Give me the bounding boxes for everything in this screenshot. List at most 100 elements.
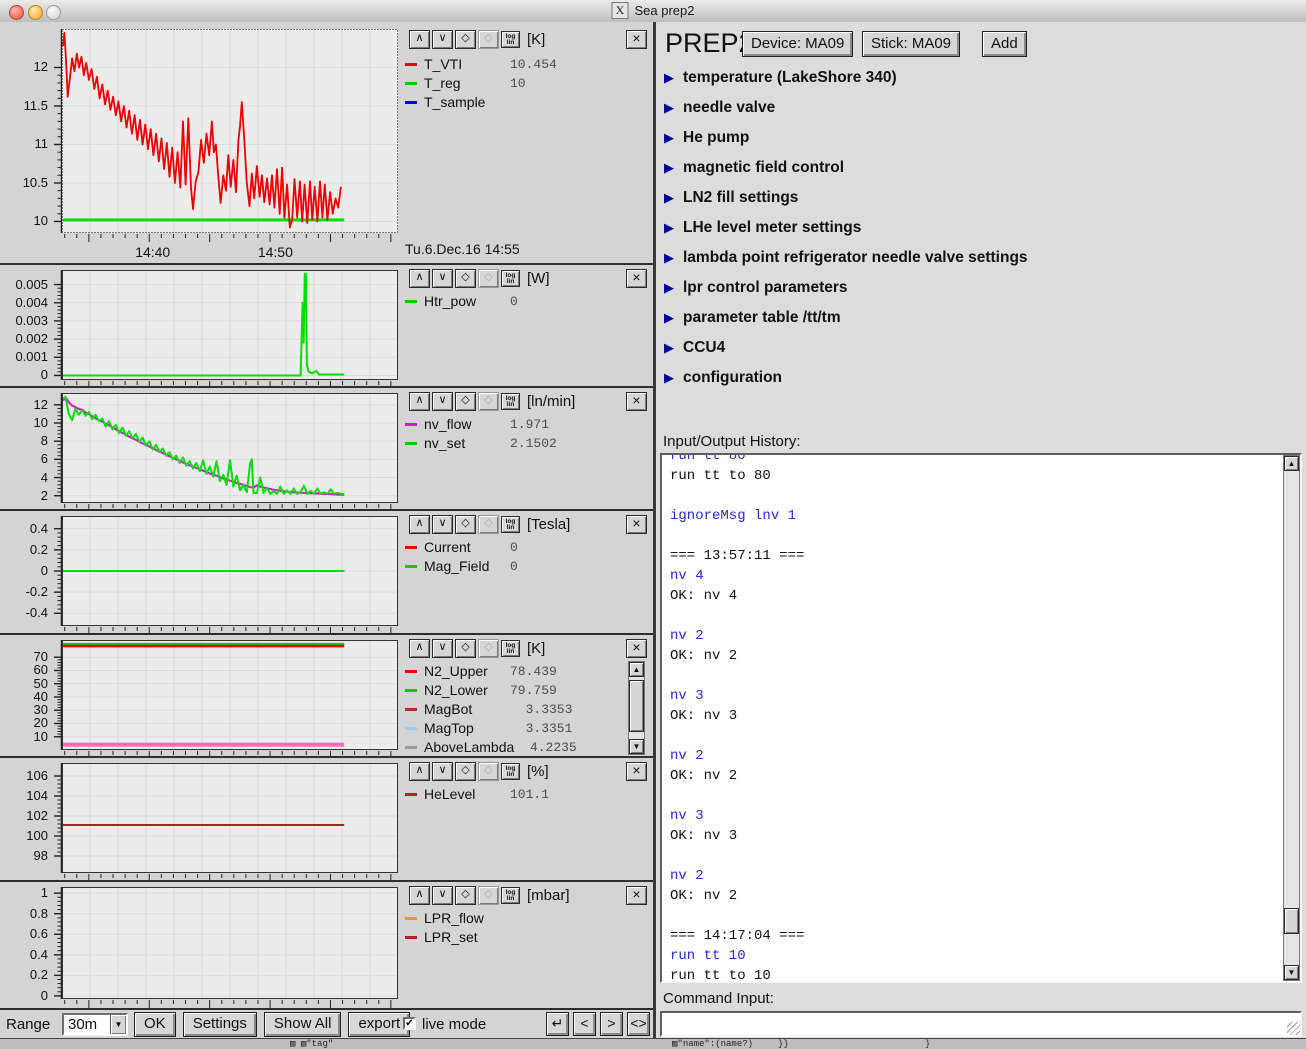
plot-area[interactable] <box>62 29 398 233</box>
expand-scale-button[interactable]: ◇ <box>455 515 476 534</box>
chart-close-button[interactable]: × <box>626 639 647 658</box>
plot-area[interactable] <box>62 887 398 999</box>
shift-down-button[interactable]: ∨ <box>432 269 453 288</box>
tree-item-temperature[interactable]: ▶temperature (LakeShore 340) <box>664 66 897 90</box>
shift-up-button[interactable]: ∧ <box>409 762 430 781</box>
legend-entry-lpr_set[interactable]: LPR_set <box>405 928 510 946</box>
plot-area[interactable] <box>62 516 398 626</box>
add-button[interactable]: Add <box>982 31 1027 57</box>
toolbar-button-export[interactable]: export <box>348 1012 410 1037</box>
scroll-right-button[interactable]: > <box>600 1012 623 1036</box>
toolbar-button-show-all[interactable]: Show All <box>264 1012 342 1037</box>
legend-entry-nv_flow[interactable]: nv_flow1.971 <box>405 415 549 433</box>
shift-up-button[interactable]: ∧ <box>409 639 430 658</box>
legend-entry-mag_field[interactable]: Mag_Field0 <box>405 557 518 575</box>
shift-up-button[interactable]: ∧ <box>409 392 430 411</box>
chart-close-button[interactable]: × <box>626 30 647 49</box>
plot-area[interactable] <box>62 270 398 380</box>
io-history-scrollbar-up-arrow[interactable]: ▲ <box>1284 456 1299 471</box>
tree-item-needle[interactable]: ▶needle valve <box>664 96 775 120</box>
shift-down-button[interactable]: ∨ <box>432 515 453 534</box>
legend-entry-magtop[interactable]: MagTop 3.3351 <box>405 719 572 737</box>
plot-area[interactable] <box>62 640 398 750</box>
log-lin-toggle-button[interactable]: loglin <box>501 887 520 904</box>
legend-entry-nv_set[interactable]: nv_set2.1502 <box>405 434 557 452</box>
expand-scale-button[interactable]: ◇ <box>455 639 476 658</box>
shift-down-button[interactable]: ∨ <box>432 392 453 411</box>
legend-entry-current[interactable]: Current0 <box>405 538 518 556</box>
tree-item-ln2[interactable]: ▶LN2 fill settings <box>664 186 798 210</box>
device-button[interactable]: Device: MA09 <box>742 31 853 57</box>
plot-area[interactable] <box>62 763 398 873</box>
resize-grip-icon[interactable] <box>1287 1022 1300 1035</box>
chart-close-button[interactable]: × <box>626 392 647 411</box>
tree-expand-arrow-icon[interactable]: ▶ <box>664 130 674 146</box>
range-dropdown-arrow-icon[interactable]: ▼ <box>110 1015 126 1034</box>
legend-entry-t_sample[interactable]: T_sample <box>405 93 510 111</box>
log-lin-toggle-button[interactable]: loglin <box>501 516 520 533</box>
range-select[interactable]: 30m ▼ <box>62 1013 128 1036</box>
legend-entry-t_vti[interactable]: T_VTI10.454 <box>405 55 557 73</box>
toolbar-button-settings[interactable]: Settings <box>183 1012 257 1037</box>
log-lin-toggle-button[interactable]: loglin <box>501 393 520 410</box>
log-lin-toggle-button[interactable]: loglin <box>501 270 520 287</box>
chart-close-button[interactable]: × <box>626 269 647 288</box>
legend-scrollbar-down-arrow[interactable]: ▼ <box>629 739 644 754</box>
live-mode-checkbox[interactable]: ✔ <box>403 1017 416 1030</box>
legend-scrollbar[interactable]: ▲▼ <box>628 661 645 755</box>
tree-item-lpr[interactable]: ▶lpr control parameters <box>664 276 848 300</box>
tree-expand-arrow-icon[interactable]: ▶ <box>664 160 674 176</box>
scroll-left-button[interactable]: < <box>573 1012 596 1036</box>
legend-scrollbar-thumb[interactable] <box>629 680 644 732</box>
legend-entry-t_reg[interactable]: T_reg10 <box>405 74 526 92</box>
log-lin-toggle-button[interactable]: loglin <box>501 31 520 48</box>
shift-up-button[interactable]: ∧ <box>409 30 430 49</box>
tree-item-he[interactable]: ▶He pump <box>664 126 749 150</box>
expand-scale-button[interactable]: ◇ <box>455 30 476 49</box>
tree-expand-arrow-icon[interactable]: ▶ <box>664 220 674 236</box>
command-input[interactable] <box>662 1013 1300 1035</box>
expand-scale-button[interactable]: ◇ <box>455 269 476 288</box>
tree-item-configuration[interactable]: ▶configuration <box>664 366 782 390</box>
tree-item-lambda[interactable]: ▶lambda point refrigerator needle valve … <box>664 246 1028 270</box>
shift-down-button[interactable]: ∨ <box>432 762 453 781</box>
legend-entry-magbot[interactable]: MagBot 3.3353 <box>405 700 572 718</box>
io-history-scrollbar-down-arrow[interactable]: ▼ <box>1284 965 1299 980</box>
expand-x-button[interactable]: <> <box>627 1012 650 1036</box>
expand-scale-button[interactable]: ◇ <box>455 762 476 781</box>
expand-scale-button[interactable]: ◇ <box>455 886 476 905</box>
plot-area[interactable] <box>62 393 398 503</box>
legend-entry-abovelambda[interactable]: AboveLambda 4.2235 <box>405 738 577 756</box>
window-zoom-button[interactable] <box>46 5 61 20</box>
tree-item-lhe[interactable]: ▶LHe level meter settings <box>664 216 861 240</box>
tree-item-ccu4[interactable]: ▶CCU4 <box>664 336 725 360</box>
stick-button[interactable]: Stick: MA09 <box>862 31 960 57</box>
chart-close-button[interactable]: × <box>626 515 647 534</box>
tree-expand-arrow-icon[interactable]: ▶ <box>664 70 674 86</box>
legend-entry-lpr_flow[interactable]: LPR_flow <box>405 909 510 927</box>
shift-up-button[interactable]: ∧ <box>409 515 430 534</box>
shift-down-button[interactable]: ∨ <box>432 886 453 905</box>
legend-entry-htr_pow[interactable]: Htr_pow0 <box>405 292 518 310</box>
return-to-now-button[interactable]: ↵ <box>546 1012 569 1036</box>
shift-down-button[interactable]: ∨ <box>432 639 453 658</box>
tree-item-magnetic[interactable]: ▶magnetic field control <box>664 156 844 180</box>
expand-scale-button[interactable]: ◇ <box>455 392 476 411</box>
window-minimize-button[interactable] <box>28 5 43 20</box>
chart-close-button[interactable]: × <box>626 886 647 905</box>
chart-close-button[interactable]: × <box>626 762 647 781</box>
legend-entry-n2_upper[interactable]: N2_Upper78.439 <box>405 662 557 680</box>
tree-expand-arrow-icon[interactable]: ▶ <box>664 370 674 386</box>
tree-expand-arrow-icon[interactable]: ▶ <box>664 100 674 116</box>
toolbar-button-ok[interactable]: OK <box>134 1012 176 1037</box>
io-history-scrollbar-thumb[interactable] <box>1284 908 1299 934</box>
io-history-scrollbar[interactable]: ▲▼ <box>1283 455 1300 981</box>
shift-up-button[interactable]: ∧ <box>409 886 430 905</box>
tree-item-parameter[interactable]: ▶parameter table /tt/tm <box>664 306 841 330</box>
tree-expand-arrow-icon[interactable]: ▶ <box>664 250 674 266</box>
tree-expand-arrow-icon[interactable]: ▶ <box>664 340 674 356</box>
tree-expand-arrow-icon[interactable]: ▶ <box>664 190 674 206</box>
legend-entry-n2_lower[interactable]: N2_Lower79.759 <box>405 681 557 699</box>
window-close-button[interactable] <box>9 5 24 20</box>
legend-entry-helevel[interactable]: HeLevel101.1 <box>405 785 549 803</box>
